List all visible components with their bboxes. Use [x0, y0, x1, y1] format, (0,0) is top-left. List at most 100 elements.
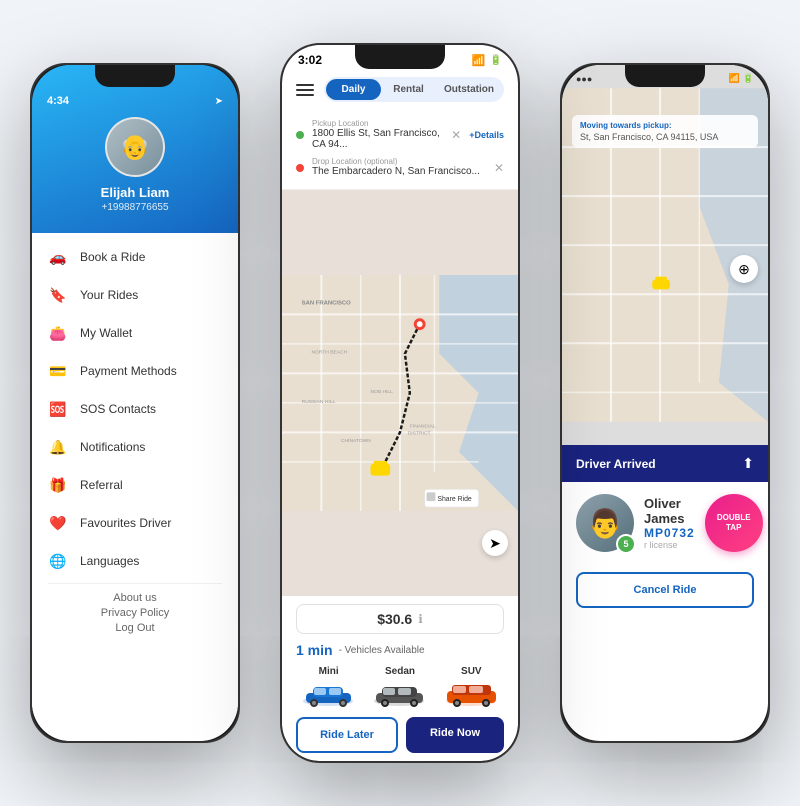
hamburger-line-2 [296, 89, 314, 91]
svg-text:NOB HILL: NOB HILL [371, 389, 394, 395]
wifi-icon: 📶 [472, 54, 486, 67]
menu-item-payment[interactable]: 💳 Payment Methods [32, 352, 238, 390]
vehicle-mini-label: Mini [319, 666, 339, 677]
globe-icon: 🌐 [48, 551, 68, 571]
scene: 4:34 ➤ 👴 Elijah Liam +19988776655 🚗 Book… [10, 13, 790, 793]
vehicle-sedan-label: Sedan [385, 666, 415, 677]
logout-link[interactable]: Log Out [48, 622, 222, 634]
drop-value[interactable]: The Embarcadero N, San Francisco... [312, 166, 486, 177]
svg-text:NORTH BEACH: NORTH BEACH [312, 350, 348, 356]
details-link[interactable]: +Details [469, 130, 504, 140]
status-icons-left: ➤ [215, 96, 223, 107]
user-phone: +19988776655 [101, 202, 168, 213]
drop-clear[interactable]: ✕ [494, 161, 504, 175]
tab-group: Daily Rental Outstation [324, 77, 504, 102]
eta-row: 1 min - Vehicles Available [296, 642, 504, 658]
vehicle-sedan[interactable]: Sedan [367, 666, 432, 707]
phone-center: 3:02 📶 🔋 Daily Rental Outstation [280, 43, 520, 763]
map-top: ●●● 📶 🔋 [562, 65, 768, 445]
drop-row: Drop Location (optional) The Embarcadero… [296, 154, 504, 181]
double-tap-button[interactable]: DoubleTap [705, 494, 763, 552]
svg-text:Share Ride: Share Ride [437, 496, 472, 503]
notch-right [625, 65, 705, 87]
vehicle-row: Mini [296, 666, 504, 707]
pickup-text-group: Pickup Location 1800 Ellis St, San Franc… [312, 120, 443, 150]
right-screen: ●●● 📶 🔋 [562, 65, 768, 741]
menu-item-wallet[interactable]: 👛 My Wallet [32, 314, 238, 352]
pickup-value[interactable]: 1800 Ellis St, San Francisco, CA 94... [312, 128, 443, 150]
tab-outstation[interactable]: Outstation [436, 79, 502, 100]
navigate-btn[interactable]: ➤ [482, 530, 508, 556]
menu-item-favourites[interactable]: ❤️ Favourites Driver [32, 504, 238, 542]
svg-text:SAN FRANCISCO: SAN FRANCISCO [302, 301, 352, 307]
menu-label-book-ride: Book a Ride [80, 250, 145, 264]
cancel-ride-button[interactable]: Cancel Ride [576, 572, 754, 608]
price-info: ℹ [418, 612, 423, 626]
pickup-clear[interactable]: ✕ [451, 128, 461, 142]
pickup-row: Pickup Location 1800 Ellis St, San Franc… [296, 116, 504, 154]
compass-button[interactable]: ⊕ [730, 255, 758, 283]
moving-address: St, San Francisco, CA 94115, USA [580, 132, 750, 142]
bookmark-icon: 🔖 [48, 285, 68, 305]
tab-daily[interactable]: Daily [326, 79, 381, 100]
center-screen: 3:02 📶 🔋 Daily Rental Outstation [282, 45, 518, 761]
hamburger-line-1 [296, 84, 314, 86]
about-link[interactable]: About us [48, 592, 222, 604]
notch-center [355, 45, 445, 69]
booking-panel: $30.6 ℹ 1 min - Vehicles Available Mini [282, 596, 518, 761]
payment-icon: 💳 [48, 361, 68, 381]
bell-icon: 🔔 [48, 437, 68, 457]
drop-dot [296, 164, 304, 172]
center-time: 3:02 [298, 53, 322, 67]
driver-plate: MP0732 [644, 526, 695, 540]
menu-footer: About us Privacy Policy Log Out [32, 587, 238, 644]
menu-label-favourites: Favourites Driver [80, 516, 171, 530]
moving-title: Moving towards pickup: [580, 121, 750, 130]
price-value: $30.6 [377, 611, 412, 627]
driver-name: Oliver James [644, 496, 695, 526]
tab-rental[interactable]: Rental [381, 79, 436, 100]
pickup-dot [296, 131, 304, 139]
ride-now-button[interactable]: Ride Now [406, 717, 504, 753]
mini-car-img [301, 679, 356, 707]
driver-arrived-bar: Driver Arrived ⬆ [562, 445, 768, 482]
avatar-placeholder: 👴 [107, 119, 163, 175]
suv-car-img [444, 679, 499, 707]
map-area: SAN FRANCISCO NORTH BEACH RUSSIAN HILL C… [282, 190, 518, 596]
share-icon[interactable]: ⬆ [742, 455, 754, 472]
gift-icon: 🎁 [48, 475, 68, 495]
right-status-icons: ●●● [576, 74, 592, 84]
menu-label-referral: Referral [80, 478, 123, 492]
car-icon: 🚗 [48, 247, 68, 267]
ride-later-button[interactable]: Ride Later [296, 717, 398, 753]
driver-avatar: 👨 5 [576, 494, 634, 552]
driver-info: 👨 5 Oliver James MP0732 r license Double… [562, 482, 768, 564]
drop-text-group: Drop Location (optional) The Embarcadero… [312, 158, 486, 177]
menu-item-referral[interactable]: 🎁 Referral [32, 466, 238, 504]
menu-item-book-ride[interactable]: 🚗 Book a Ride [32, 238, 238, 276]
user-name: Elijah Liam [101, 185, 170, 200]
privacy-link[interactable]: Privacy Policy [48, 607, 222, 619]
menu-item-your-rides[interactable]: 🔖 Your Rides [32, 276, 238, 314]
center-status-icons: 📶 🔋 [472, 54, 502, 67]
menu-item-sos[interactable]: 🆘 SOS Contacts [32, 390, 238, 428]
price-row: $30.6 ℹ [296, 604, 504, 634]
menu-label-wallet: My Wallet [80, 326, 132, 340]
top-bar: Daily Rental Outstation [282, 71, 518, 108]
double-tap-text: DoubleTap [717, 513, 751, 532]
svg-text:FINANCIAL: FINANCIAL [410, 423, 436, 429]
menu-label-sos: SOS Contacts [80, 402, 156, 416]
menu-item-languages[interactable]: 🌐 Languages [32, 542, 238, 580]
menu-item-notifications[interactable]: 🔔 Notifications [32, 428, 238, 466]
phone-right: ●●● 📶 🔋 [560, 63, 770, 743]
vehicle-mini[interactable]: Mini [296, 666, 361, 707]
wallet-icon: 👛 [48, 323, 68, 343]
hamburger-menu[interactable] [296, 84, 314, 96]
svg-text:DISTRICT: DISTRICT [408, 430, 431, 436]
moving-text: Moving towards pickup: St, San Francisco… [572, 115, 758, 148]
svg-text:CHINATOWN: CHINATOWN [341, 438, 371, 444]
eta-time: 1 min [296, 642, 333, 658]
svg-text:RUSSIAN HILL: RUSSIAN HILL [302, 399, 336, 405]
menu-list: 🚗 Book a Ride 🔖 Your Rides 👛 My Wallet 💳… [32, 233, 238, 741]
vehicle-suv[interactable]: SUV [439, 666, 504, 707]
